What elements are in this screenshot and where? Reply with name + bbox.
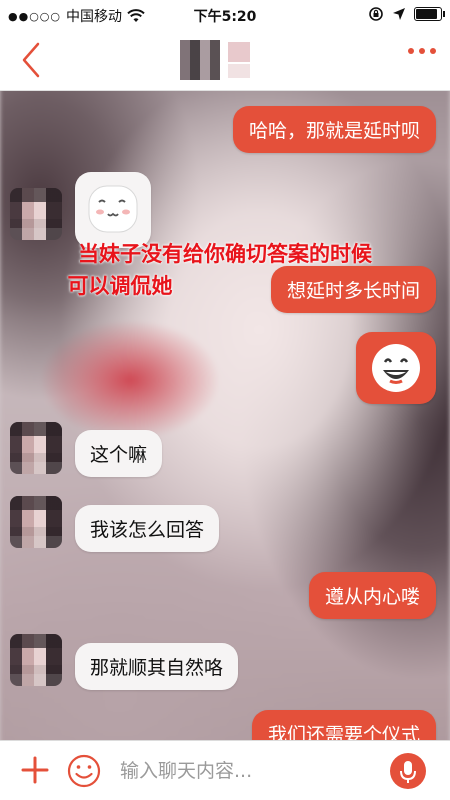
contact-avatar[interactable] bbox=[10, 634, 62, 686]
microphone-icon bbox=[400, 761, 416, 783]
message-bubble-outgoing[interactable]: 遵从内心喽 bbox=[308, 572, 436, 619]
more-dot-icon bbox=[419, 48, 425, 54]
shy-face-emoji-icon bbox=[88, 185, 138, 233]
plus-icon bbox=[21, 756, 49, 784]
message-bubble-incoming[interactable]: 那就顺其自然咯 bbox=[75, 643, 239, 690]
status-bar: ●●○○○ 中国移动 下午5:20 bbox=[0, 0, 450, 30]
chevron-left-icon bbox=[22, 42, 40, 78]
contact-avatar[interactable] bbox=[10, 422, 62, 474]
battery-icon bbox=[414, 7, 445, 21]
message-bubble-incoming-emoji[interactable] bbox=[75, 172, 151, 248]
contact-avatar[interactable] bbox=[10, 188, 62, 240]
message-input[interactable] bbox=[118, 755, 372, 787]
more-dot-icon bbox=[430, 48, 436, 54]
message-bubble-incoming[interactable]: 我该怎么回答 bbox=[75, 505, 220, 552]
voice-button[interactable] bbox=[390, 753, 426, 789]
caption-line-1: 当妹子没有给你确切答案的时候 bbox=[78, 242, 372, 266]
contact-avatar[interactable] bbox=[10, 496, 62, 548]
message-bubble-incoming[interactable]: 这个嘛 bbox=[75, 430, 163, 477]
emoji-button[interactable] bbox=[66, 753, 102, 789]
contact-name-blurred-2 bbox=[228, 64, 250, 78]
more-button[interactable] bbox=[408, 48, 436, 54]
back-button[interactable] bbox=[14, 40, 50, 80]
message-bubble-outgoing[interactable]: 哈哈，那就是延时呗 bbox=[232, 106, 436, 153]
more-dot-icon bbox=[408, 48, 414, 54]
add-attachment-button[interactable] bbox=[18, 753, 52, 787]
chat-screen: ●●○○○ 中国移动 下午5:20 哈哈，那就是延时呗 想延时多长时间 这个嘛 … bbox=[0, 0, 450, 800]
grin-face-emoji-icon bbox=[372, 344, 420, 392]
caption-line-2: 可以调侃她 bbox=[67, 274, 173, 298]
rotation-lock-icon bbox=[369, 7, 383, 21]
contact-name-blurred bbox=[228, 42, 250, 62]
input-bar bbox=[0, 740, 450, 800]
contact-avatar[interactable] bbox=[180, 40, 220, 80]
location-arrow-icon bbox=[393, 8, 405, 20]
nav-bar bbox=[0, 30, 450, 91]
smiley-icon bbox=[67, 754, 101, 788]
message-bubble-outgoing-emoji[interactable] bbox=[356, 332, 436, 404]
overlay-caption: 当妹子没有给你确切答案的时候 可以调侃她 bbox=[0, 238, 450, 302]
